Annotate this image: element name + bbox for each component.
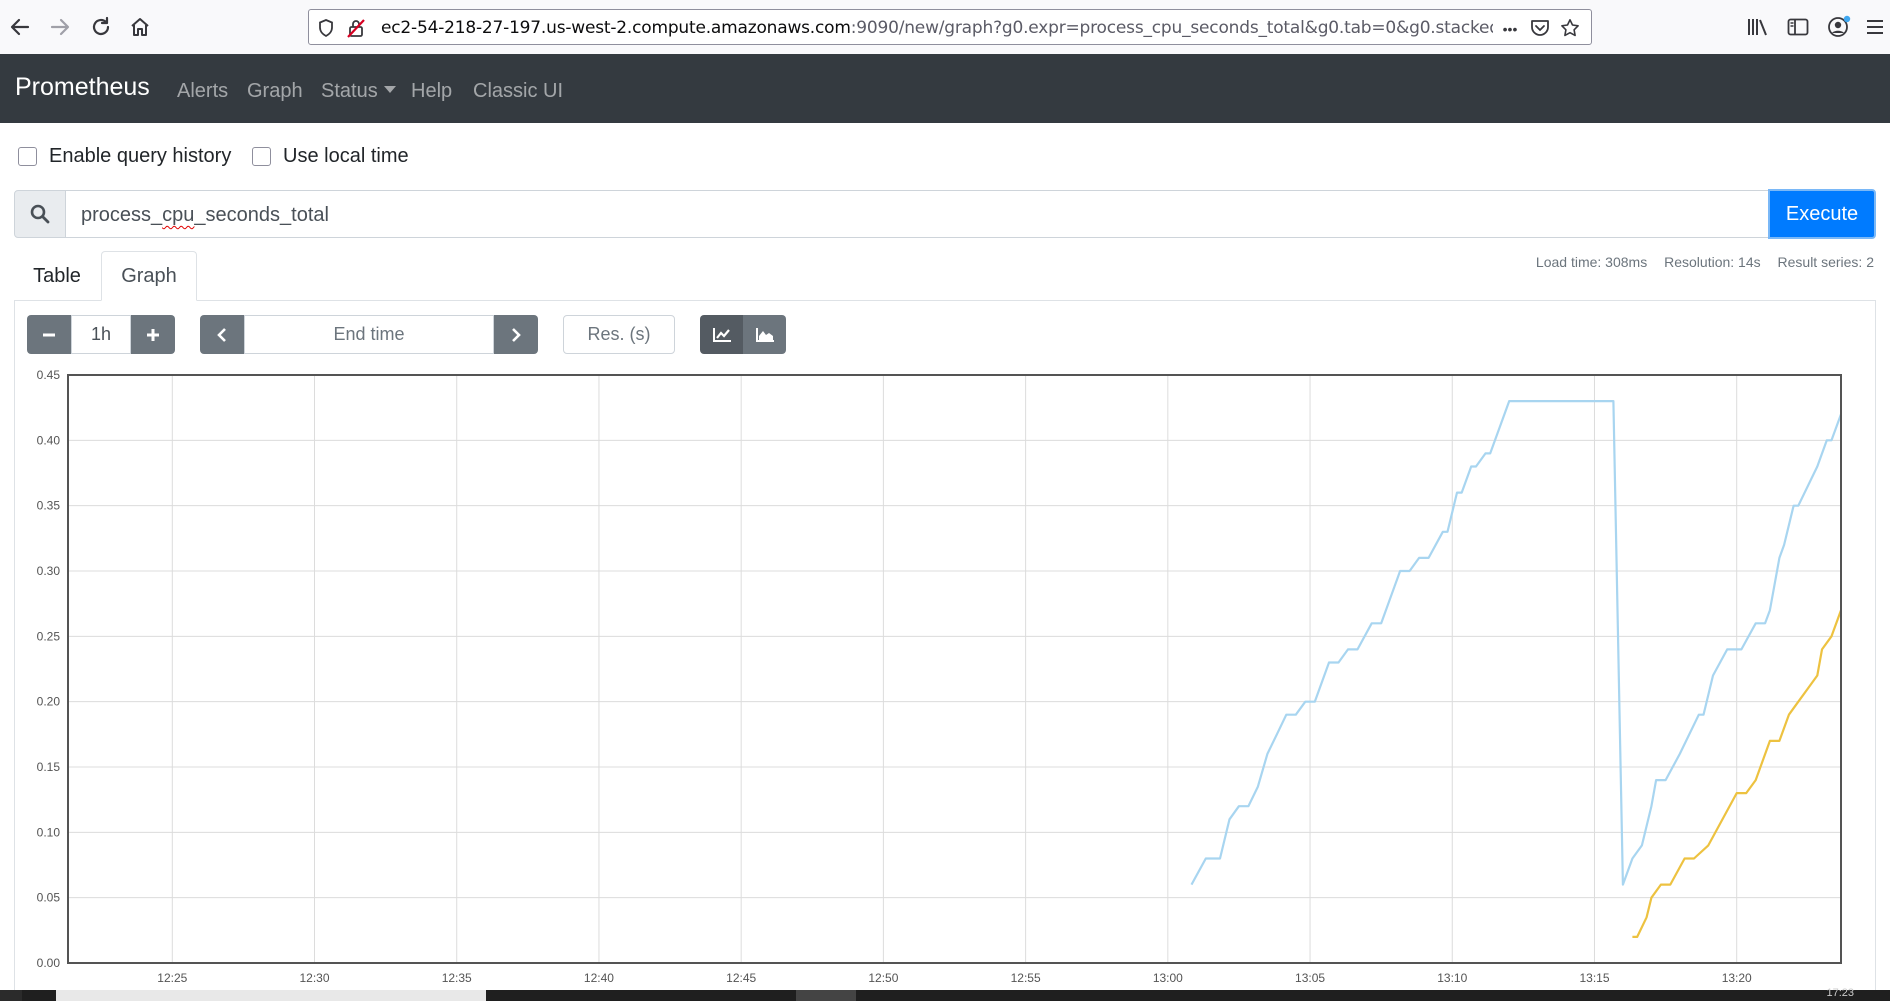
nav-classic-ui[interactable]: Classic UI <box>473 80 563 103</box>
x-tick-label: 13:00 <box>1153 971 1183 985</box>
y-tick-label: 0.40 <box>37 433 61 447</box>
tab-graph[interactable]: Graph <box>101 251 197 301</box>
page-actions-button[interactable]: ••• <box>1495 18 1525 40</box>
stacked-mode-button[interactable] <box>743 315 786 354</box>
query-history-checkbox[interactable] <box>18 147 37 166</box>
y-tick-label: 0.05 <box>37 891 61 905</box>
pocket-icon[interactable] <box>1529 17 1551 39</box>
url-host: ec2-54-218-27-197.us-west-2.compute.amaz… <box>381 18 851 38</box>
unstacked-mode-button[interactable] <box>700 315 743 354</box>
home-icon <box>131 18 149 36</box>
sidebar-icon[interactable] <box>1786 15 1810 39</box>
reload-button[interactable] <box>83 9 119 45</box>
x-tick-label: 13:20 <box>1722 971 1752 985</box>
increase-range-button[interactable] <box>131 315 175 354</box>
home-button[interactable] <box>122 9 158 45</box>
search-addon <box>14 190 66 238</box>
taskbar: 17:23 <box>0 988 1890 1001</box>
local-time-checkbox[interactable] <box>252 147 271 166</box>
taskbar-clock: 17:23 <box>1826 988 1854 999</box>
y-tick-label: 0.15 <box>37 760 61 774</box>
plus-icon <box>147 328 159 341</box>
x-tick-label: 13:10 <box>1437 971 1467 985</box>
x-tick-label: 13:05 <box>1295 971 1325 985</box>
navbar: Prometheus Alerts Graph Status Help Clas… <box>0 54 1890 123</box>
insecure-lock-icon[interactable] <box>345 17 367 39</box>
nav-alerts[interactable]: Alerts <box>177 80 228 103</box>
expression-part: _seconds_total <box>194 204 329 226</box>
forward-button[interactable] <box>42 9 78 45</box>
x-tick-label: 12:55 <box>1011 971 1041 985</box>
tab-table[interactable]: Table <box>14 252 100 300</box>
nav-graph[interactable]: Graph <box>247 80 303 103</box>
url-path: :9090/new/graph?g0.expr=process_cpu_seco… <box>850 18 1493 38</box>
y-tick-label: 0.35 <box>37 499 61 513</box>
caret-down-icon <box>383 86 396 93</box>
y-tick-label: 0.10 <box>37 825 61 839</box>
brand-link[interactable]: Prometheus <box>15 73 150 102</box>
query-history-option[interactable]: Enable query history <box>18 145 231 168</box>
expression-text: process_cpu_seconds_total <box>81 204 329 227</box>
x-tick-label: 12:40 <box>584 971 614 985</box>
line-chart-icon <box>712 327 731 342</box>
nav-help[interactable]: Help <box>411 80 452 103</box>
browser-toolbar: ec2-54-218-27-197.us-west-2.compute.amaz… <box>0 0 1890 55</box>
nav-status-label: Status <box>321 80 378 102</box>
start-button[interactable] <box>0 990 22 1001</box>
local-time-option[interactable]: Use local time <box>252 145 409 168</box>
resolution: Resolution: 14s <box>1664 254 1761 270</box>
end-time-back-button[interactable] <box>200 315 244 354</box>
expression-input[interactable]: process_cpu_seconds_total <box>65 190 1769 238</box>
result-series: Result series: 2 <box>1777 254 1874 270</box>
resolution-input[interactable]: Res. (s) <box>563 315 675 354</box>
x-tick-label: 12:45 <box>726 971 756 985</box>
expression-part-misspelled: cpu <box>162 204 195 226</box>
y-tick-label: 0.20 <box>37 695 61 709</box>
end-time-input[interactable]: End time <box>244 315 494 354</box>
y-tick-label: 0.25 <box>37 629 61 643</box>
expression-part: process_ <box>81 204 163 226</box>
x-tick-label: 12:50 <box>868 971 898 985</box>
url-bar[interactable]: ec2-54-218-27-197.us-west-2.compute.amaz… <box>308 9 1592 45</box>
graph-chart[interactable]: 0.00 0.05 0.10 0.15 0.20 0.25 0.30 0.35 0.40 0.45… <box>0 360 1890 990</box>
url-text[interactable]: ec2-54-218-27-197.us-west-2.compute.amaz… <box>381 18 1493 38</box>
menu-icon[interactable] <box>1866 15 1884 39</box>
taskbar-app-browser[interactable] <box>56 990 486 1001</box>
shield-icon[interactable] <box>315 17 337 39</box>
range-input[interactable]: 1h <box>71 315 131 354</box>
x-tick-label: 12:25 <box>157 971 187 985</box>
load-time: Load time: 308ms <box>1535 254 1648 270</box>
library-icon[interactable] <box>1746 15 1770 39</box>
search-icon <box>30 204 50 224</box>
execute-button[interactable]: Execute <box>1768 189 1876 239</box>
y-tick-label: 0.30 <box>37 564 61 578</box>
plot-frame <box>67 374 1842 964</box>
minus-icon <box>43 333 55 336</box>
arrow-left-icon <box>10 18 30 36</box>
query-stats: Load time: 308ms Resolution: 14s Result … <box>1523 254 1874 270</box>
query-history-label: Enable query history <box>49 145 232 167</box>
local-time-label: Use local time <box>283 145 409 167</box>
reload-icon <box>92 16 110 36</box>
y-tick-label: 0.45 <box>37 368 61 382</box>
chevron-left-icon <box>217 327 226 342</box>
decrease-range-button[interactable] <box>27 315 71 354</box>
x-tick-label: 12:30 <box>299 971 329 985</box>
x-tick-label: 12:35 <box>442 971 472 985</box>
arrow-right-icon <box>50 18 70 36</box>
account-icon[interactable] <box>1827 15 1851 39</box>
area-chart-icon <box>755 327 774 342</box>
chevron-right-icon <box>512 327 521 342</box>
x-tick-label: 13:15 <box>1579 971 1609 985</box>
series-line-1[interactable] <box>1190 399 1843 886</box>
bookmark-star-icon[interactable] <box>1559 17 1581 39</box>
back-button[interactable] <box>2 9 38 45</box>
end-time-forward-button[interactable] <box>494 315 538 354</box>
y-tick-label: 0.00 <box>37 956 61 970</box>
taskbar-app[interactable] <box>796 990 856 1001</box>
nav-status-dropdown[interactable]: Status <box>321 80 396 103</box>
